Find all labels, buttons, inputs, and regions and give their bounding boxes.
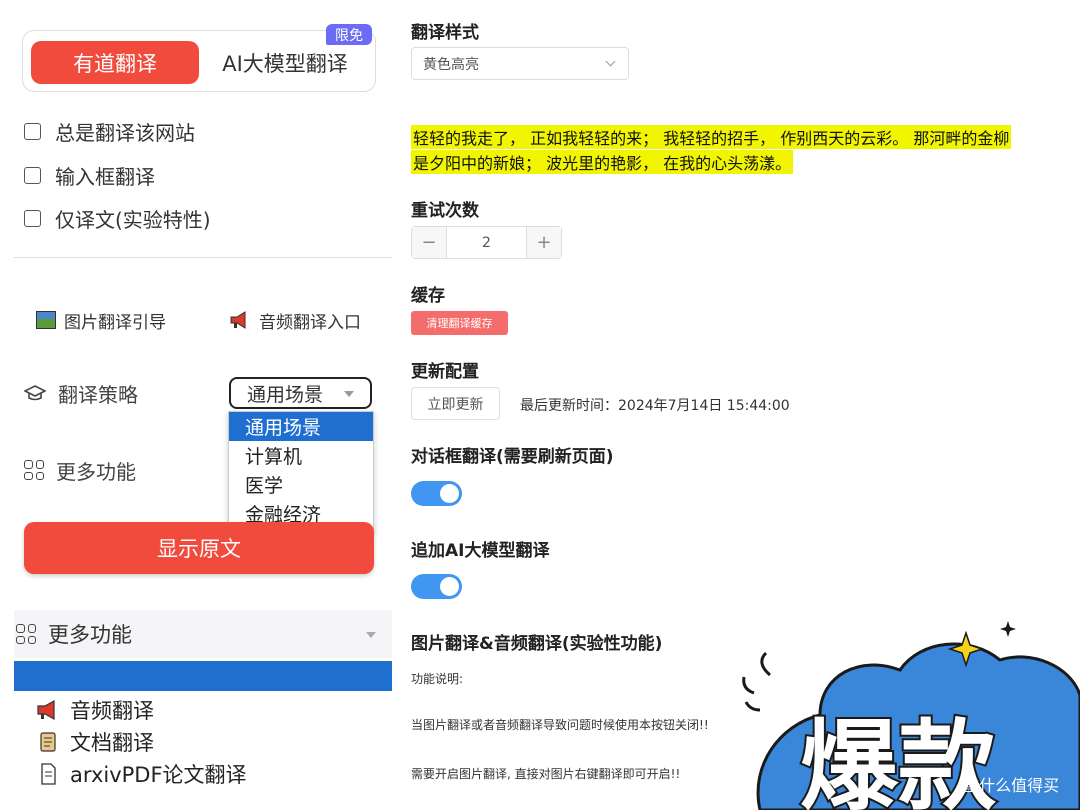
- dialog-translate-toggle[interactable]: [411, 481, 462, 506]
- checkbox[interactable]: [24, 122, 41, 140]
- toggle-knob: [440, 577, 459, 596]
- image-translate-guide-link[interactable]: 图片翻译引导: [36, 307, 166, 333]
- divider: [14, 257, 392, 258]
- strategy-option[interactable]: 计算机: [229, 441, 373, 470]
- update-now-button[interactable]: 立即更新: [411, 387, 500, 420]
- description-label: 功能说明:: [411, 672, 464, 686]
- more-features-label: 更多功能: [56, 459, 136, 484]
- list-item-label: 文档翻译: [70, 731, 154, 755]
- clear-cache-button[interactable]: 清理翻译缓存: [411, 311, 508, 335]
- ai-append-toggle[interactable]: [411, 574, 462, 599]
- highlighted-text: 轻轻的我走了， 正如我轻轻的来； 我轻轻的招手， 作别西天的云彩。 那河畔的金柳: [411, 124, 1012, 149]
- retry-count-title: 重试次数: [411, 201, 479, 221]
- more-features-collapse[interactable]: 更多功能: [14, 610, 392, 658]
- selected-highlight-bar: [14, 661, 392, 691]
- dialog-translate-title: 对话框翻译(需要刷新页面): [411, 447, 614, 467]
- audio-translate-item[interactable]: 音频翻译: [36, 695, 154, 725]
- retry-count-stepper[interactable]: − 2 +: [411, 226, 562, 259]
- translate-style-title: 翻译样式: [411, 23, 479, 43]
- show-original-button[interactable]: 显示原文: [24, 522, 374, 574]
- more-features-header: 更多功能: [48, 623, 132, 647]
- sample-text-line: 是夕阳中的新娘； 波光里的艳影， 在我的心头荡漾。: [411, 149, 1080, 174]
- document-icon: [41, 763, 56, 785]
- image-audio-title: 图片翻译&音频翻译(实验性功能): [411, 634, 663, 654]
- strategy-option[interactable]: 医学: [229, 470, 373, 499]
- increment-button[interactable]: +: [527, 227, 561, 258]
- picture-icon: [36, 311, 56, 329]
- ai-append-title: 追加AI大模型翻译: [411, 541, 550, 561]
- chevron-down-icon: [366, 632, 376, 638]
- link-label: 音频翻译入口: [259, 312, 361, 333]
- retry-count-value[interactable]: 2: [446, 227, 527, 258]
- input-box-translate-option[interactable]: 输入框翻译: [24, 160, 155, 190]
- style-selected: 黄色高亮: [423, 56, 479, 73]
- list-item-label: arxivPDF论文翻译: [70, 763, 247, 787]
- option-label: 仅译文(实验特性): [55, 207, 211, 232]
- cache-title: 缓存: [411, 286, 445, 306]
- link-label: 图片翻译引导: [64, 312, 166, 333]
- tab-youdao[interactable]: 有道翻译: [31, 41, 199, 84]
- watermark: 值 什么值得买: [958, 776, 1060, 795]
- last-update-time: 最后更新时间：2024年7月14日 15:44:00: [520, 398, 790, 414]
- translate-style-select[interactable]: 黄色高亮: [411, 47, 629, 80]
- document-translate-item[interactable]: 文档翻译: [36, 727, 154, 757]
- always-translate-site-option[interactable]: 总是翻译该网站: [24, 116, 195, 146]
- option-label: 总是翻译该网站: [55, 120, 195, 145]
- checkbox[interactable]: [24, 166, 41, 184]
- scroll-icon: [40, 732, 56, 752]
- chevron-down-icon: [605, 56, 616, 67]
- toggle-knob: [440, 484, 459, 503]
- grid-icon: [16, 624, 36, 644]
- strategy-label-text: 翻译策略: [58, 382, 138, 407]
- more-features-item[interactable]: 更多功能: [24, 456, 136, 484]
- strategy-select[interactable]: 通用场景: [229, 377, 372, 409]
- translation-strategy-label: 翻译策略: [24, 378, 138, 408]
- strategy-option[interactable]: 通用场景: [229, 412, 373, 441]
- update-config-title: 更新配置: [411, 362, 479, 382]
- description-line: 需要开启图片翻译, 直接对图片右键翻译即可开启!!: [411, 767, 681, 781]
- graduation-cap-icon: [24, 385, 46, 401]
- chevron-down-icon: [344, 391, 354, 397]
- translation-only-option[interactable]: 仅译文(实验特性): [24, 203, 211, 233]
- checkbox[interactable]: [24, 209, 41, 227]
- list-item-label: 音频翻译: [70, 699, 154, 723]
- decrement-button[interactable]: −: [412, 227, 446, 258]
- option-label: 输入框翻译: [55, 164, 155, 189]
- strategy-dropdown: 通用场景 计算机 医学 金融经济: [228, 411, 374, 533]
- description-line: 当图片翻译或者音频翻译导致问题时候使用本按钮关闭!!: [411, 718, 709, 732]
- tab-ai-model[interactable]: AI大模型翻译: [210, 44, 360, 82]
- grid-icon: [24, 460, 44, 480]
- free-badge: 限免: [326, 24, 372, 45]
- megaphone-icon: [37, 699, 55, 721]
- strategy-selected: 通用场景: [247, 383, 324, 406]
- arxiv-pdf-translate-item[interactable]: arxivPDF论文翻译: [36, 759, 247, 789]
- highlighted-text: 是夕阳中的新娘； 波光里的艳影， 在我的心头荡漾。: [411, 149, 794, 174]
- sample-text-line: 轻轻的我走了， 正如我轻轻的来； 我轻轻的招手， 作别西天的云彩。 那河畔的金柳: [411, 124, 1080, 149]
- megaphone-icon: [230, 311, 246, 329]
- audio-translate-entry-link[interactable]: 音频翻译入口: [229, 307, 361, 333]
